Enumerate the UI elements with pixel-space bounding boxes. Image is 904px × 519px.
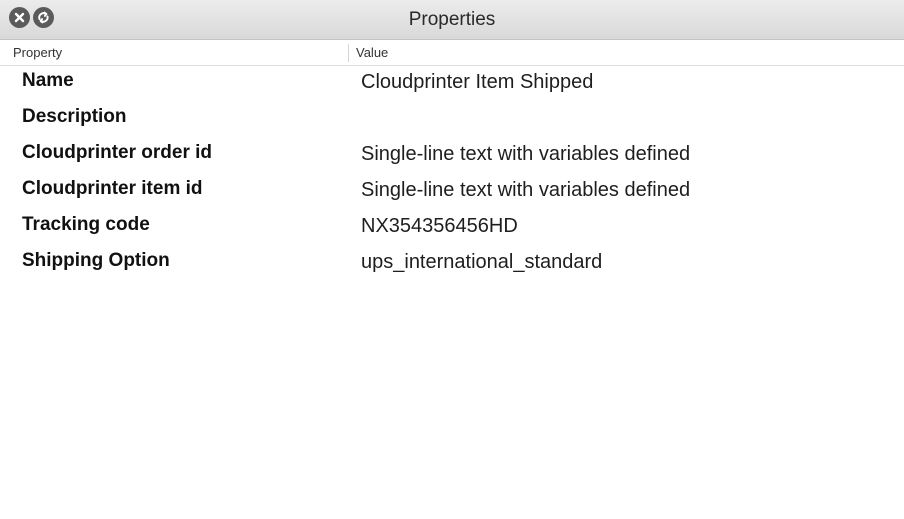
property-value[interactable]: ups_international_standard	[361, 251, 602, 274]
properties-table: Name Cloudprinter Item Shipped Descripti…	[0, 66, 904, 278]
properties-window: Properties Property Value Name Cloudprin…	[0, 0, 904, 519]
property-name: Cloudprinter order id	[22, 142, 212, 163]
column-header-property[interactable]: Property	[13, 40, 62, 65]
table-row[interactable]: Shipping Option ups_international_standa…	[0, 242, 904, 278]
column-header-value[interactable]: Value	[356, 40, 388, 65]
table-row[interactable]: Cloudprinter order id Single-line text w…	[0, 134, 904, 170]
property-value[interactable]: NX354356456HD	[361, 215, 518, 238]
property-name: Cloudprinter item id	[22, 178, 203, 199]
table-row[interactable]: Description	[0, 98, 904, 134]
column-divider[interactable]	[348, 44, 349, 62]
property-name: Shipping Option	[22, 250, 170, 271]
property-value[interactable]: Cloudprinter Item Shipped	[361, 71, 593, 94]
property-name: Name	[22, 70, 74, 91]
title-bar: Properties	[0, 0, 904, 40]
property-name: Description	[22, 106, 127, 127]
property-value[interactable]: Single-line text with variables defined	[361, 143, 690, 166]
property-name: Tracking code	[22, 214, 150, 235]
window-title: Properties	[408, 9, 496, 30]
table-row[interactable]: Name Cloudprinter Item Shipped	[0, 66, 904, 98]
table-header: Property Value	[0, 40, 904, 66]
table-row[interactable]: Tracking code NX354356456HD	[0, 206, 904, 242]
property-value[interactable]: Single-line text with variables defined	[361, 179, 690, 202]
table-row[interactable]: Cloudprinter item id Single-line text wi…	[0, 170, 904, 206]
